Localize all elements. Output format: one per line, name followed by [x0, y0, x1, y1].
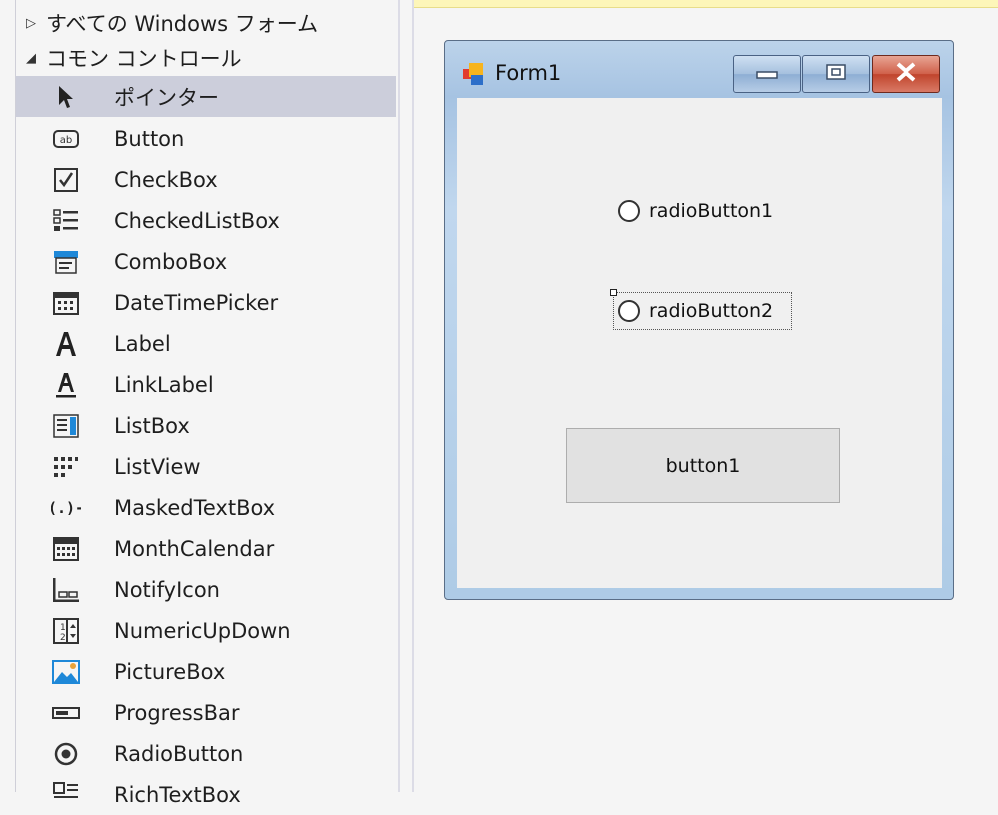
svg-text:ab: ab: [60, 135, 72, 146]
tool-item-button[interactable]: ab Button: [16, 118, 396, 159]
tool-label: MonthCalendar: [114, 536, 275, 561]
svg-text:2: 2: [60, 633, 66, 643]
tool-item-progressbar[interactable]: ProgressBar: [16, 692, 396, 733]
tool-label: ListBox: [114, 413, 190, 438]
datetimepicker-icon: [51, 288, 81, 318]
button-icon: ab: [51, 124, 81, 154]
group-all-label: すべての Windows フォーム: [46, 12, 319, 36]
tool-item-linklabel[interactable]: LinkLabel: [16, 364, 396, 405]
maximize-button[interactable]: [802, 55, 870, 93]
tool-label: ComboBox: [114, 249, 228, 274]
maskedtextbox-icon: (.)-: [51, 493, 81, 523]
tool-item-checkedlistbox[interactable]: CheckedListBox: [16, 200, 396, 241]
listview-icon: [51, 452, 81, 482]
tool-label: DateTimePicker: [114, 290, 279, 315]
minimize-button[interactable]: [733, 55, 801, 93]
tool-item-numericupdown[interactable]: 12 NumericUpDown: [16, 610, 396, 651]
tool-item-monthcalendar[interactable]: MonthCalendar: [16, 528, 396, 569]
tool-item-picturebox[interactable]: PictureBox: [16, 651, 396, 692]
maximize-icon: [825, 63, 847, 85]
richtextbox-icon: [51, 780, 81, 810]
tool-item-label[interactable]: Label: [16, 323, 396, 364]
form-client-area[interactable]: radioButton1 radioButton2 button1: [457, 98, 942, 588]
radio-button-2[interactable]: radioButton2: [613, 292, 792, 330]
svg-text:(.)-: (.)-: [51, 499, 81, 517]
tool-label: Button: [114, 126, 185, 151]
group-common-controls[interactable]: ◢ コモン コントロール: [26, 41, 242, 75]
pointer-icon: [51, 82, 81, 112]
listbox-icon: [51, 411, 81, 441]
tool-label: LinkLabel: [114, 372, 214, 397]
close-icon: [895, 62, 917, 86]
tool-label: RadioButton: [114, 741, 244, 766]
svg-text:1: 1: [60, 623, 66, 633]
form-window[interactable]: Form1 radioButton1 radioButton2 button1: [444, 40, 954, 600]
button1-label: button1: [665, 454, 741, 477]
group-all-windows-forms[interactable]: ▷ すべての Windows フォーム: [26, 6, 318, 40]
tool-label: CheckBox: [114, 167, 218, 192]
radiobutton-icon: [51, 739, 81, 769]
tool-label: MaskedTextBox: [114, 495, 276, 520]
tool-item-maskedtextbox[interactable]: (.)- MaskedTextBox: [16, 487, 396, 528]
close-button[interactable]: [872, 55, 940, 93]
expand-triangle-icon[interactable]: ▷: [26, 16, 46, 31]
monthcalendar-icon: [51, 534, 81, 564]
radio-button-1[interactable]: radioButton1: [618, 200, 773, 222]
picturebox-icon: [51, 657, 81, 687]
collapse-triangle-icon[interactable]: ◢: [26, 51, 46, 66]
toolbox-panel: ▷ すべての Windows フォーム ◢ コモン コントロール ポインター a…: [0, 0, 414, 807]
tool-item-pointer[interactable]: ポインター: [16, 76, 396, 117]
radio-circle-icon: [618, 300, 640, 322]
toolbox-gutter: [400, 0, 412, 792]
tool-item-radiobutton[interactable]: RadioButton: [16, 733, 396, 774]
tool-item-notifyicon[interactable]: NotifyIcon: [16, 569, 396, 610]
linklabel-icon: [51, 370, 81, 400]
tool-item-listbox[interactable]: ListBox: [16, 405, 396, 446]
selection-grab-handle[interactable]: [610, 289, 617, 296]
document-tab-strip: [414, 0, 998, 8]
checkbox-icon: [51, 165, 81, 195]
tool-label: NumericUpDown: [114, 618, 291, 643]
button1[interactable]: button1: [566, 428, 840, 503]
form-title: Form1: [495, 61, 562, 85]
notifyicon-icon: [51, 575, 81, 605]
tool-item-combobox[interactable]: ComboBox: [16, 241, 396, 282]
tool-item-datetimepicker[interactable]: DateTimePicker: [16, 282, 396, 323]
combobox-icon: [51, 247, 81, 277]
tool-label: PictureBox: [114, 659, 226, 684]
numericupdown-icon: 12: [51, 616, 81, 646]
progressbar-icon: [51, 698, 81, 728]
label-icon: [51, 329, 81, 359]
tool-label: ProgressBar: [114, 700, 240, 725]
radio-circle-icon: [618, 200, 640, 222]
tool-label: ポインター: [114, 85, 219, 110]
checkedlistbox-icon: [51, 206, 81, 236]
tool-label: RichTextBox: [114, 782, 241, 807]
tool-label: NotifyIcon: [114, 577, 220, 602]
form-icon: [461, 61, 487, 87]
tool-item-listview[interactable]: ListView: [16, 446, 396, 487]
minimize-icon: [756, 65, 778, 84]
group-common-label: コモン コントロール: [46, 47, 242, 71]
tool-item-richtextbox[interactable]: RichTextBox: [16, 774, 396, 815]
tool-label: CheckedListBox: [114, 208, 280, 233]
radio-button-2-label: radioButton2: [649, 300, 774, 322]
tool-label: Label: [114, 331, 171, 356]
tool-label: ListView: [114, 454, 201, 479]
radio-button-1-label: radioButton1: [649, 200, 774, 222]
tool-item-checkbox[interactable]: CheckBox: [16, 159, 396, 200]
